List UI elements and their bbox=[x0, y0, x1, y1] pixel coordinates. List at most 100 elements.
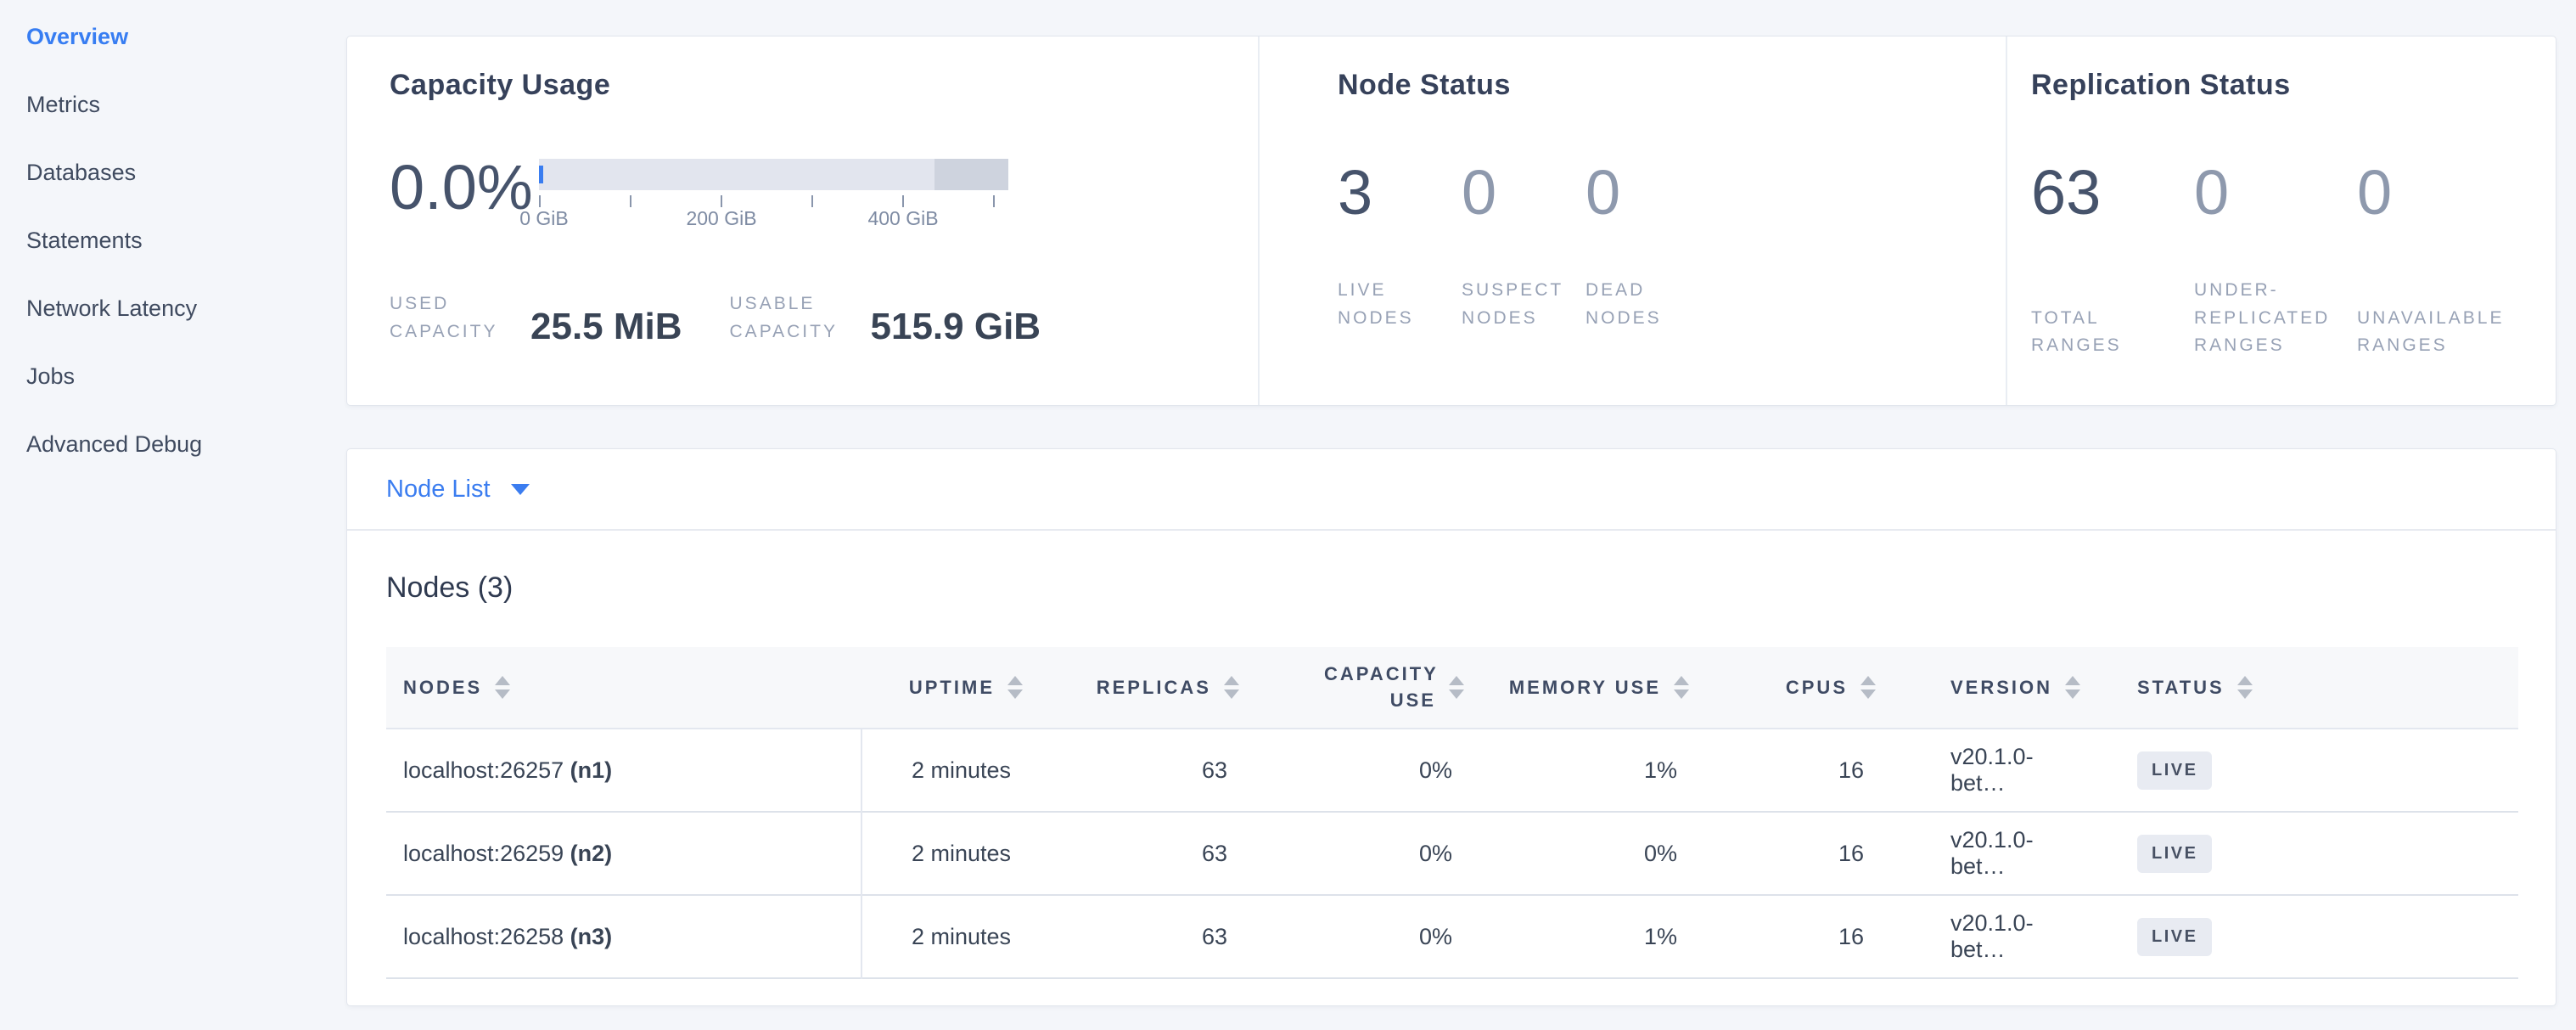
sort-icon bbox=[2237, 676, 2253, 699]
axis-label-200gib: 200 GiB bbox=[686, 207, 756, 230]
replication-status-title: Replication Status bbox=[2031, 69, 2556, 102]
total-ranges-count: 63 bbox=[2031, 161, 2194, 224]
capacity-axis-labels: 0 GiB 200 GiB 400 GiB bbox=[539, 207, 1010, 233]
node-uptime: 2 minutes bbox=[861, 812, 1031, 895]
capacity-usage-panel: Capacity Usage 0.0% bbox=[347, 37, 1258, 405]
column-header-nodes[interactable]: NODES bbox=[386, 647, 861, 729]
usable-capacity-value: 515.9 GiB bbox=[871, 308, 1041, 346]
node-address[interactable]: localhost:26258 (n3) bbox=[386, 895, 861, 978]
under-replicated-ranges-label: UNDER-REPLICATED RANGES bbox=[2194, 277, 2332, 360]
table-row-node-1[interactable]: localhost:26257 (n1) 2 minutes 63 0% 1% … bbox=[386, 729, 2518, 812]
used-capacity-stat: USED CAPACITY 25.5 MiB bbox=[390, 290, 682, 346]
column-header-cpus[interactable]: CPUS bbox=[1698, 647, 1884, 729]
column-header-memory-use[interactable]: MEMORY USE bbox=[1473, 647, 1698, 729]
node-status-cell: LIVE bbox=[2071, 812, 2518, 895]
column-header-uptime[interactable]: UPTIME bbox=[861, 647, 1031, 729]
status-badge: LIVE bbox=[2137, 751, 2212, 790]
node-memory-use: 0% bbox=[1473, 812, 1698, 895]
node-status-panel: Node Status 3 0 0 LIVE NODES SUSPECT NOD… bbox=[1258, 37, 2006, 405]
node-list-card: Node List Nodes (3) NODES bbox=[346, 448, 2556, 1006]
nodes-table: NODES UPTIME REPLICAS bbox=[386, 647, 2518, 979]
sidebar-item-jobs[interactable]: Jobs bbox=[26, 353, 346, 421]
sort-icon bbox=[1674, 676, 1689, 699]
table-row-node-2[interactable]: localhost:26259 (n2) 2 minutes 63 0% 0% … bbox=[386, 812, 2518, 895]
node-list-dropdown[interactable]: Node List bbox=[386, 476, 530, 504]
column-header-capacity-use[interactable]: CAPACITY USE bbox=[1248, 647, 1473, 729]
node-replicas: 63 bbox=[1031, 895, 1248, 978]
capacity-bar-chart: 0 GiB 200 GiB 400 GiB bbox=[539, 159, 1010, 233]
status-badge: LIVE bbox=[2137, 835, 2212, 873]
suspect-nodes-count: 0 bbox=[1462, 161, 1585, 224]
sort-icon bbox=[1449, 676, 1464, 699]
replication-status-panel: Replication Status 63 0 0 TOTAL RANGES U… bbox=[2006, 37, 2556, 405]
node-cpus: 16 bbox=[1698, 812, 1884, 895]
column-header-status[interactable]: STATUS bbox=[2071, 647, 2518, 729]
suspect-nodes-label: SUSPECT NODES bbox=[1462, 277, 1565, 332]
unavailable-ranges-label: UNAVAILABLE RANGES bbox=[2357, 305, 2495, 360]
capacity-axis-ticks bbox=[539, 190, 1010, 207]
node-address[interactable]: localhost:26259 (n2) bbox=[386, 812, 861, 895]
nodes-table-header-row: NODES UPTIME REPLICAS bbox=[386, 647, 2518, 729]
capacity-usage-title: Capacity Usage bbox=[390, 69, 1258, 102]
node-version: v20.1.0-bet… bbox=[1884, 729, 2071, 812]
view-selector-bar: Node List bbox=[347, 449, 2556, 531]
column-header-replicas[interactable]: REPLICAS bbox=[1031, 647, 1248, 729]
main-content: Capacity Usage 0.0% bbox=[346, 0, 2576, 1030]
column-header-version[interactable]: VERSION bbox=[1884, 647, 2071, 729]
node-list-dropdown-label: Node List bbox=[386, 476, 491, 504]
sort-icon bbox=[1860, 676, 1876, 699]
status-badge: LIVE bbox=[2137, 918, 2212, 956]
node-version: v20.1.0-bet… bbox=[1884, 812, 2071, 895]
used-capacity-label: USED CAPACITY bbox=[390, 290, 519, 346]
live-nodes-label: LIVE NODES bbox=[1338, 277, 1441, 332]
node-uptime: 2 minutes bbox=[861, 895, 1031, 978]
nodes-section: Nodes (3) NODES UPTIME bbox=[347, 531, 2556, 979]
sidebar-item-advanced-debug[interactable]: Advanced Debug bbox=[26, 421, 346, 489]
node-cpus: 16 bbox=[1698, 895, 1884, 978]
node-replicas: 63 bbox=[1031, 729, 1248, 812]
sort-icon bbox=[2065, 676, 2080, 699]
under-replicated-ranges-count: 0 bbox=[2194, 161, 2357, 224]
node-capacity-use: 0% bbox=[1248, 729, 1473, 812]
sidebar-item-databases[interactable]: Databases bbox=[26, 149, 346, 217]
sort-icon bbox=[495, 676, 510, 699]
sidebar-item-metrics[interactable]: Metrics bbox=[26, 82, 346, 149]
nodes-heading: Nodes (3) bbox=[386, 571, 2518, 605]
total-ranges-label: TOTAL RANGES bbox=[2031, 305, 2169, 360]
node-memory-use: 1% bbox=[1473, 729, 1698, 812]
dead-nodes-label: DEAD NODES bbox=[1585, 277, 1689, 332]
node-capacity-use: 0% bbox=[1248, 895, 1473, 978]
usable-capacity-label: USABLE CAPACITY bbox=[730, 290, 859, 346]
usable-capacity-stat: USABLE CAPACITY 515.9 GiB bbox=[730, 290, 1041, 346]
capacity-usable-bar bbox=[539, 159, 1008, 190]
node-cpus: 16 bbox=[1698, 729, 1884, 812]
sidebar-item-network-latency[interactable]: Network Latency bbox=[26, 285, 346, 353]
sidebar-item-overview[interactable]: Overview bbox=[26, 14, 346, 82]
axis-label-0gib: 0 GiB bbox=[519, 207, 569, 230]
table-row-node-3[interactable]: localhost:26258 (n3) 2 minutes 63 0% 1% … bbox=[386, 895, 2518, 978]
node-status-cell: LIVE bbox=[2071, 895, 2518, 978]
sidebar: Overview Metrics Databases Statements Ne… bbox=[0, 0, 346, 1030]
node-status-cell: LIVE bbox=[2071, 729, 2518, 812]
dead-nodes-count: 0 bbox=[1585, 161, 1709, 224]
capacity-used-percentage: 0.0% bbox=[390, 156, 539, 219]
sort-icon bbox=[1224, 676, 1239, 699]
node-capacity-use: 0% bbox=[1248, 812, 1473, 895]
cockroachdb-overview-page: Overview Metrics Databases Statements Ne… bbox=[0, 0, 2576, 1030]
used-capacity-value: 25.5 MiB bbox=[530, 308, 682, 346]
node-version: v20.1.0-bet… bbox=[1884, 895, 2071, 978]
capacity-other-segment bbox=[934, 159, 1008, 190]
node-memory-use: 1% bbox=[1473, 895, 1698, 978]
capacity-used-segment bbox=[539, 166, 543, 183]
live-nodes-count: 3 bbox=[1338, 161, 1462, 224]
sidebar-item-statements[interactable]: Statements bbox=[26, 217, 346, 285]
unavailable-ranges-count: 0 bbox=[2357, 161, 2520, 224]
cluster-summary-card: Capacity Usage 0.0% bbox=[346, 36, 2556, 406]
sort-icon bbox=[1007, 676, 1023, 699]
node-status-title: Node Status bbox=[1338, 69, 2006, 102]
chevron-down-icon bbox=[511, 484, 530, 495]
axis-label-400gib: 400 GiB bbox=[867, 207, 938, 230]
node-uptime: 2 minutes bbox=[861, 729, 1031, 812]
node-address[interactable]: localhost:26257 (n1) bbox=[386, 729, 861, 812]
node-replicas: 63 bbox=[1031, 812, 1248, 895]
